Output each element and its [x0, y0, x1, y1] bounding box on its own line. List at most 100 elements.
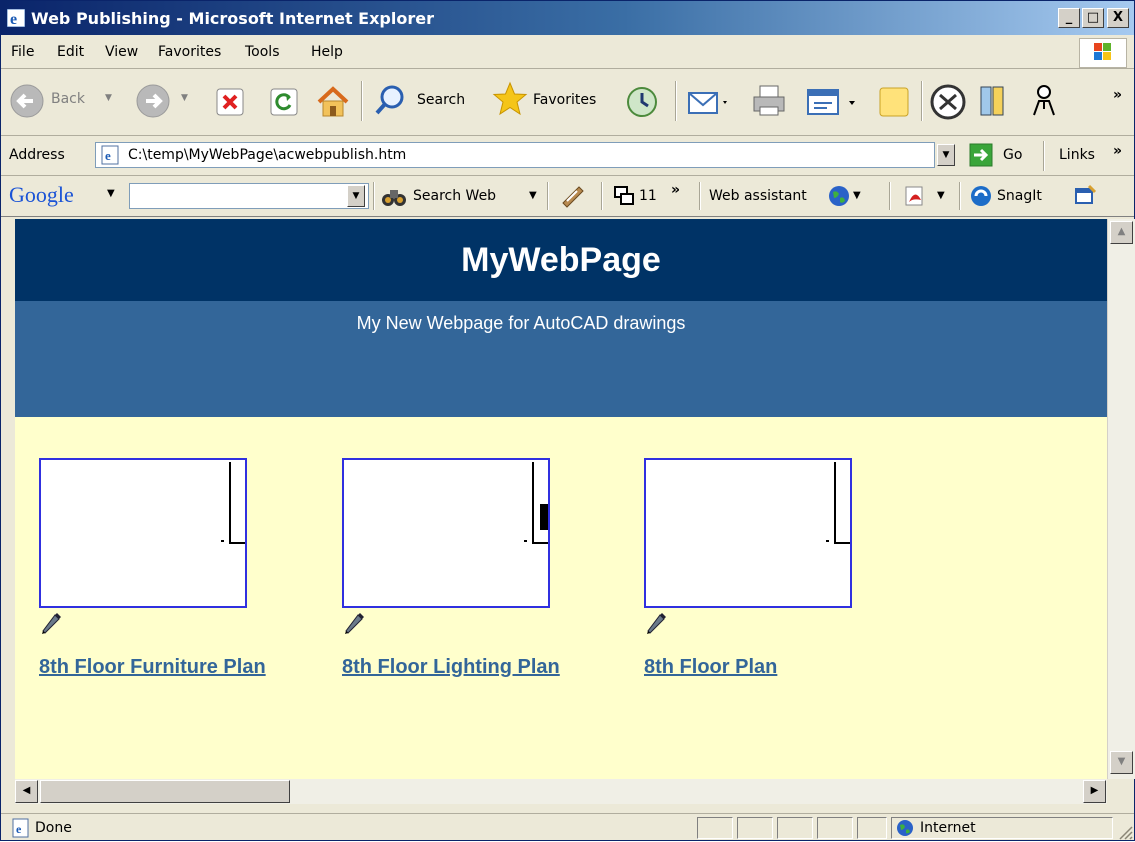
page-title: MyWebPage	[461, 241, 661, 279]
scroll-up-button[interactable]: ▲	[1110, 221, 1133, 244]
popup-count: 11	[639, 188, 657, 204]
favorites-label: Favorites	[533, 92, 597, 108]
browser-window: e Web Publishing - Microsoft Internet Ex…	[0, 0, 1135, 841]
go-label: Go	[1003, 147, 1023, 163]
svg-text:e: e	[16, 822, 22, 836]
search-web-label: Search Web	[413, 188, 497, 204]
status-panel	[857, 817, 887, 839]
drawing-detail	[826, 540, 829, 542]
search-web-dropdown-icon[interactable]: ▼	[529, 190, 537, 201]
web-assistant-label: Web assistant	[709, 188, 807, 204]
menu-favorites[interactable]: Favorites	[158, 44, 221, 60]
standard-toolbar: Back ▼ ▼ Search Favorites »	[1, 69, 1134, 136]
address-bar: Address e C:\temp\MyWebPage\acwebpublish…	[1, 137, 1134, 176]
drawing-thumbnail-floor-plan[interactable]	[644, 458, 852, 608]
pagerank-icon[interactable]	[559, 183, 585, 209]
toolbar-separator	[547, 182, 549, 210]
web-assistant-button[interactable]: Web assistant ▼	[709, 184, 879, 210]
pen-icon[interactable]	[646, 611, 668, 635]
toolbar-separator	[373, 182, 375, 210]
back-dropdown-icon[interactable]: ▼	[105, 93, 112, 103]
scroll-left-button[interactable]: ◀	[15, 780, 38, 803]
google-more[interactable]: »	[671, 182, 680, 198]
drawing-detail	[221, 540, 224, 542]
popup-blocker-button[interactable]: 11 »	[613, 182, 683, 210]
search-label: Search	[417, 92, 466, 108]
scroll-corner	[1107, 779, 1134, 804]
address-input[interactable]: e C:\temp\MyWebPage\acwebpublish.htm	[95, 142, 935, 168]
favorites-button[interactable]: Favorites	[491, 81, 621, 119]
drawing-link-floor-plan[interactable]: 8th Floor Plan	[644, 656, 777, 679]
page-content: MyWebPage My New Webpage for AutoCAD dra…	[15, 219, 1107, 779]
links-button[interactable]: Links	[1059, 147, 1095, 163]
horizontal-scroll-thumb[interactable]	[40, 780, 290, 803]
snagit-button[interactable]: SnagIt	[969, 184, 1059, 210]
close-button[interactable]: X	[1107, 8, 1129, 28]
google-search-input[interactable]	[129, 183, 369, 209]
home-icon[interactable]	[315, 85, 351, 119]
research-icon[interactable]	[977, 83, 1011, 119]
page-banner: MyWebPage	[15, 219, 1107, 301]
toolbar-more[interactable]: »	[1113, 87, 1122, 103]
status-panel	[737, 817, 773, 839]
scroll-down-button[interactable]: ▼	[1110, 751, 1133, 774]
page-icon: e	[101, 145, 119, 165]
pen-icon[interactable]	[41, 611, 63, 635]
drawing-border-line	[532, 462, 534, 544]
people-icon[interactable]	[1027, 83, 1061, 119]
minimize-button[interactable]: _	[1058, 8, 1080, 28]
back-button[interactable]: Back ▼	[9, 81, 149, 121]
google-toolbar: Google ▼ ▼ Search Web ▼ 11 » Web assista…	[1, 176, 1134, 217]
forward-button[interactable]: ▼	[131, 81, 211, 121]
stop-icon[interactable]	[215, 87, 245, 117]
mail-icon[interactable]	[685, 85, 731, 119]
drawing-link-furniture[interactable]: 8th Floor Furniture Plan	[39, 656, 266, 679]
pdf-button[interactable]: ▼	[903, 184, 953, 210]
edit-icon[interactable]	[805, 85, 861, 119]
web-assistant-dropdown-icon[interactable]: ▼	[853, 190, 861, 201]
vertical-scrollbar[interactable]: ▲ ▼	[1107, 219, 1135, 779]
globe-icon	[829, 186, 849, 206]
menu-edit[interactable]: Edit	[57, 44, 84, 60]
drawing-thumbnail-lighting[interactable]	[342, 458, 550, 608]
horizontal-scrollbar[interactable]: ◀ ▶	[15, 779, 1107, 804]
refresh-icon[interactable]	[269, 87, 299, 117]
menu-view[interactable]: View	[105, 44, 138, 60]
menu-help[interactable]: Help	[311, 44, 343, 60]
toolbar-separator	[1043, 141, 1045, 171]
links-more[interactable]: »	[1113, 143, 1122, 159]
messenger-icon[interactable]	[929, 83, 967, 121]
status-zone: Internet	[920, 820, 976, 836]
search-icon	[375, 85, 404, 115]
toolbar-separator	[889, 182, 891, 210]
pen-icon[interactable]	[344, 611, 366, 635]
toolbar-separator	[361, 81, 363, 121]
snagit-capture-icon[interactable]	[1073, 184, 1097, 208]
drawing-title-block	[540, 504, 548, 530]
drawing-link-lighting[interactable]: 8th Floor Lighting Plan	[342, 656, 560, 679]
drawing-thumbnail-furniture[interactable]	[39, 458, 247, 608]
menu-file[interactable]: File	[11, 44, 34, 60]
drawing-border-line	[834, 542, 850, 544]
forward-dropdown-icon[interactable]: ▼	[181, 93, 188, 103]
svg-text:e: e	[105, 148, 111, 163]
resize-grip-icon[interactable]	[1117, 824, 1133, 840]
drawing-border-line	[834, 462, 836, 544]
back-arrow-icon	[10, 84, 44, 118]
address-value: C:\temp\MyWebPage\acwebpublish.htm	[128, 147, 407, 163]
search-button[interactable]: Search	[373, 83, 483, 119]
address-dropdown-button[interactable]: ▼	[937, 144, 955, 166]
menu-tools[interactable]: Tools	[245, 44, 280, 60]
maximize-button[interactable]: □	[1082, 8, 1104, 28]
go-button[interactable]: Go	[969, 143, 1029, 169]
google-search-dropdown[interactable]: ▼	[347, 185, 365, 207]
pdf-dropdown-icon[interactable]: ▼	[937, 190, 945, 201]
drawing-detail	[524, 540, 527, 542]
print-icon[interactable]	[751, 83, 789, 119]
history-icon[interactable]	[625, 85, 659, 119]
scroll-right-button[interactable]: ▶	[1083, 780, 1106, 803]
status-panel	[697, 817, 733, 839]
discuss-icon[interactable]	[877, 85, 911, 119]
google-logo-button[interactable]: Google ▼	[9, 182, 125, 210]
search-web-button[interactable]: Search Web ▼	[381, 184, 541, 210]
